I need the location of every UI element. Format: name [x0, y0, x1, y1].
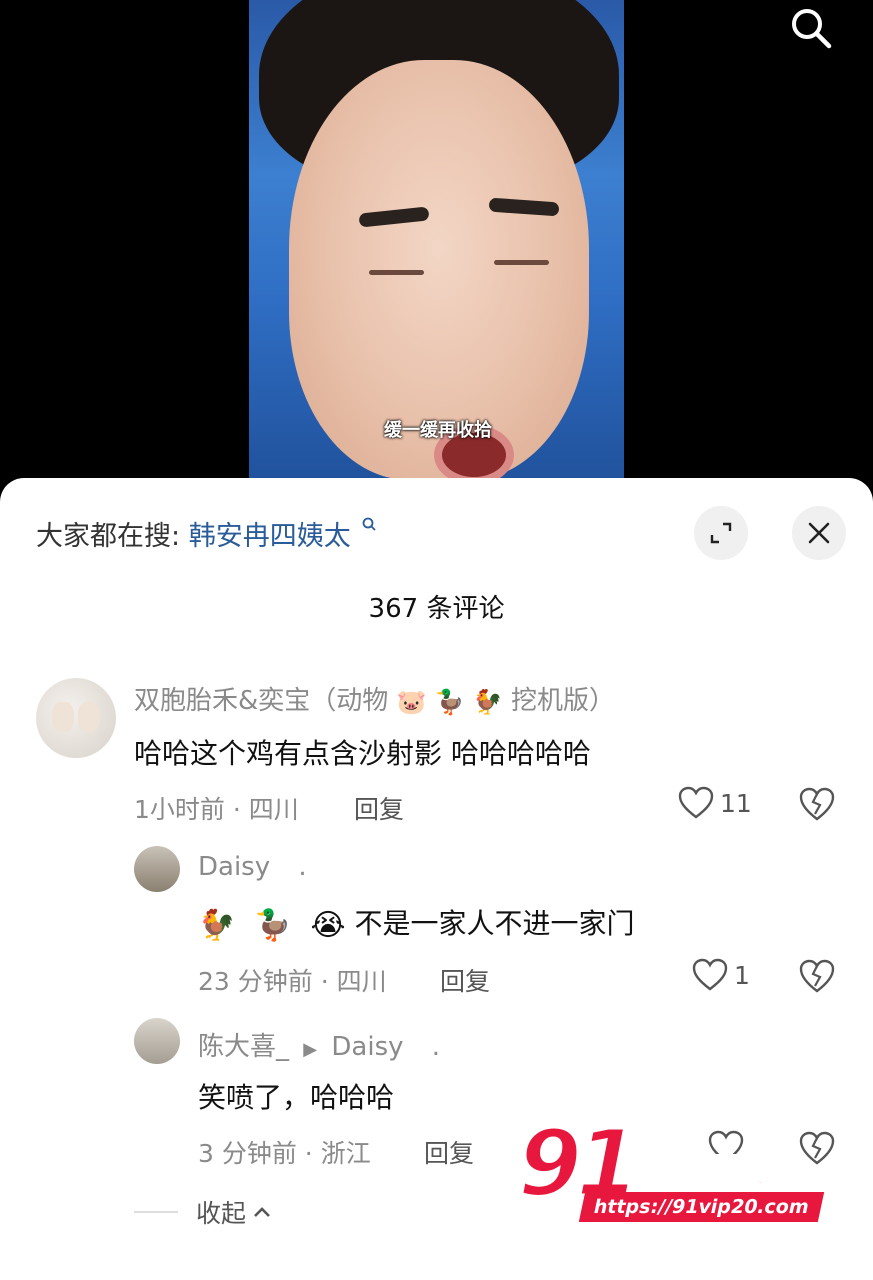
search-icon: [362, 517, 376, 531]
avatar-baby-left: [52, 702, 74, 732]
reply-arrow-icon: ▶: [303, 1039, 318, 1060]
reply-button[interactable]: 回复: [424, 1134, 474, 1170]
eye-right: [494, 260, 549, 265]
collapse-divider: [134, 1211, 178, 1213]
video-caption: 缓一缓再收拾: [384, 420, 492, 441]
watermark-url: https://91vip20.com: [578, 1192, 824, 1222]
username-text: Daisy: [198, 852, 271, 882]
brow-right: [488, 197, 560, 217]
eye-left: [369, 270, 424, 275]
heart-icon: [692, 958, 728, 991]
pig-emoji-icon: 🐷: [396, 687, 427, 716]
comment-count: 367 条评论: [368, 594, 505, 624]
hot-search-keyword[interactable]: 韩安冉四姨太: [189, 521, 351, 552]
broken-heart-icon[interactable]: [798, 958, 836, 994]
reply-to-username: Daisy: [331, 1032, 404, 1062]
reply-button[interactable]: 回复: [440, 962, 490, 998]
comment-username[interactable]: 陈大喜_ ▶ Daisy .: [198, 1026, 440, 1063]
expand-button[interactable]: [694, 506, 748, 560]
comment-text: 笑喷了，哈哈哈: [198, 1081, 395, 1114]
broken-heart-icon[interactable]: [798, 786, 836, 822]
video-player[interactable]: 缓一缓再收拾: [0, 0, 873, 500]
comment-username[interactable]: Daisy .: [198, 852, 307, 882]
hot-search-bar[interactable]: 大家都在搜: 韩安冉四姨太: [36, 514, 377, 553]
search-icon[interactable]: [789, 6, 833, 50]
like-button[interactable]: 11: [678, 786, 752, 820]
chevron-up-icon: [254, 1207, 270, 1217]
username-suffix: .: [431, 1032, 441, 1062]
heart-icon: [678, 786, 714, 819]
comment-username[interactable]: 双胞胎禾&奕宝（动物 🐷 🦆 🐓 挖机版）: [134, 680, 615, 717]
comment-body: 不是一家人不进一家门: [354, 907, 635, 940]
avatar[interactable]: [134, 846, 180, 892]
comment-meta: 23 分钟前 · 四川: [198, 967, 387, 996]
avatar[interactable]: [36, 678, 116, 758]
username-suffix: .: [298, 852, 307, 882]
avatar[interactable]: [134, 1018, 180, 1064]
comment-text: 哈哈这个鸡有点含沙射影 哈哈哈哈哈: [134, 737, 591, 770]
comment-text: 🐓 🦆 😭 不是一家人不进一家门: [198, 902, 635, 943]
hot-search-prefix: 大家都在搜:: [36, 521, 181, 552]
like-button[interactable]: 1: [692, 958, 750, 992]
like-count: 11: [720, 788, 752, 818]
duck-emoji-icon: 🦆: [434, 687, 465, 716]
avatar-baby-right: [78, 702, 100, 732]
collapse-label: 收起: [196, 1199, 247, 1228]
rooster-emoji-icon: 🐓: [198, 907, 236, 943]
comment-meta: 3 分钟前 · 浙江: [198, 1139, 371, 1168]
reply-button[interactable]: 回复: [354, 790, 404, 826]
collapse-replies-button[interactable]: 收起: [134, 1194, 272, 1230]
brow-left: [358, 206, 430, 228]
watermark-title: 吃瓜中心: [625, 1145, 787, 1193]
like-count: 1: [734, 960, 750, 990]
username-text: 双胞胎禾&奕宝（动物: [134, 686, 389, 716]
close-button[interactable]: [792, 506, 846, 560]
rooster-emoji-icon: 🐓: [472, 687, 503, 716]
close-icon: [808, 522, 830, 544]
username-text: 陈大喜_: [198, 1032, 290, 1062]
duck-emoji-icon: 🦆: [254, 907, 292, 943]
crying-laughing-emoji-icon: 😭: [310, 907, 346, 943]
watermark-logo: 91 吃瓜中心 https://91vip20.com: [516, 1109, 824, 1230]
username-suffix: 挖机版）: [511, 686, 616, 716]
comment-meta: 1小时前 · 四川: [134, 795, 299, 824]
expand-icon: [710, 522, 732, 544]
